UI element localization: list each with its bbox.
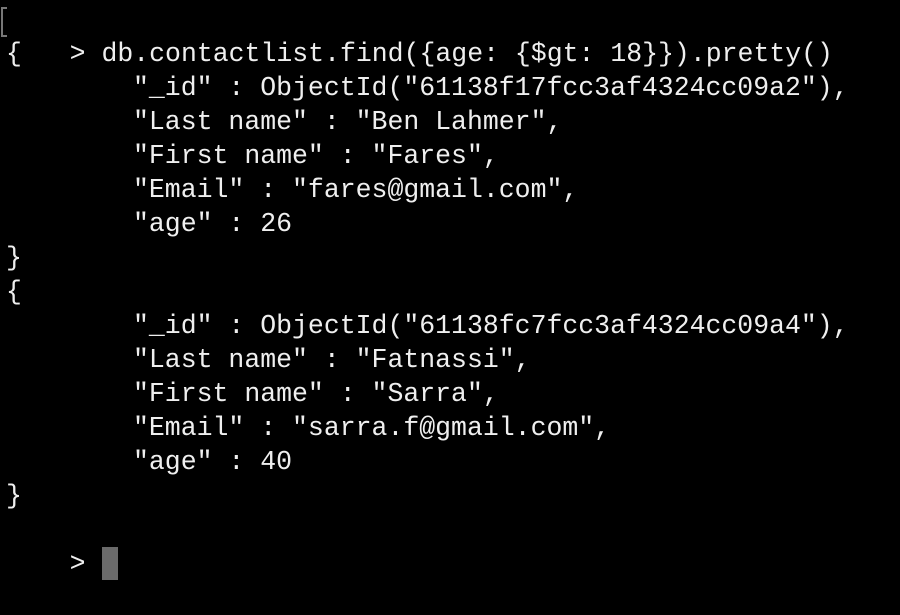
doc-close-brace: }: [6, 481, 22, 511]
doc-open-brace: {: [6, 39, 22, 69]
doc-field: "Email" : "sarra.f@gmail.com",: [133, 413, 611, 443]
doc-field: "Last name" : "Fatnassi",: [133, 345, 531, 375]
prompt-symbol: >: [69, 549, 86, 579]
doc-field: "First name" : "Fares",: [133, 141, 499, 171]
doc-field: "age" : 40: [133, 447, 293, 477]
doc-close-brace: }: [6, 243, 22, 273]
command-line: > db.contactlist.find({age: {$gt: 18}}).…: [1, 3, 849, 69]
doc-field: "age" : 26: [133, 209, 293, 239]
doc-field: "_id" : ObjectId("61138f17fcc3af4324cc09…: [133, 73, 849, 103]
doc-field: "Email" : "fares@gmail.com",: [133, 175, 579, 205]
doc-field: "Last name" : "Ben Lahmer",: [133, 107, 563, 137]
doc-field: "_id" : ObjectId("61138fc7fcc3af4324cc09…: [133, 311, 849, 341]
terminal-output[interactable]: > db.contactlist.find({age: {$gt: 18}}).…: [1, 3, 849, 580]
doc-open-brace: {: [6, 277, 22, 307]
doc-field: "First name" : "Sarra",: [133, 379, 499, 409]
prompt-mark: [1, 7, 7, 37]
input-line[interactable]: >: [6, 513, 849, 580]
